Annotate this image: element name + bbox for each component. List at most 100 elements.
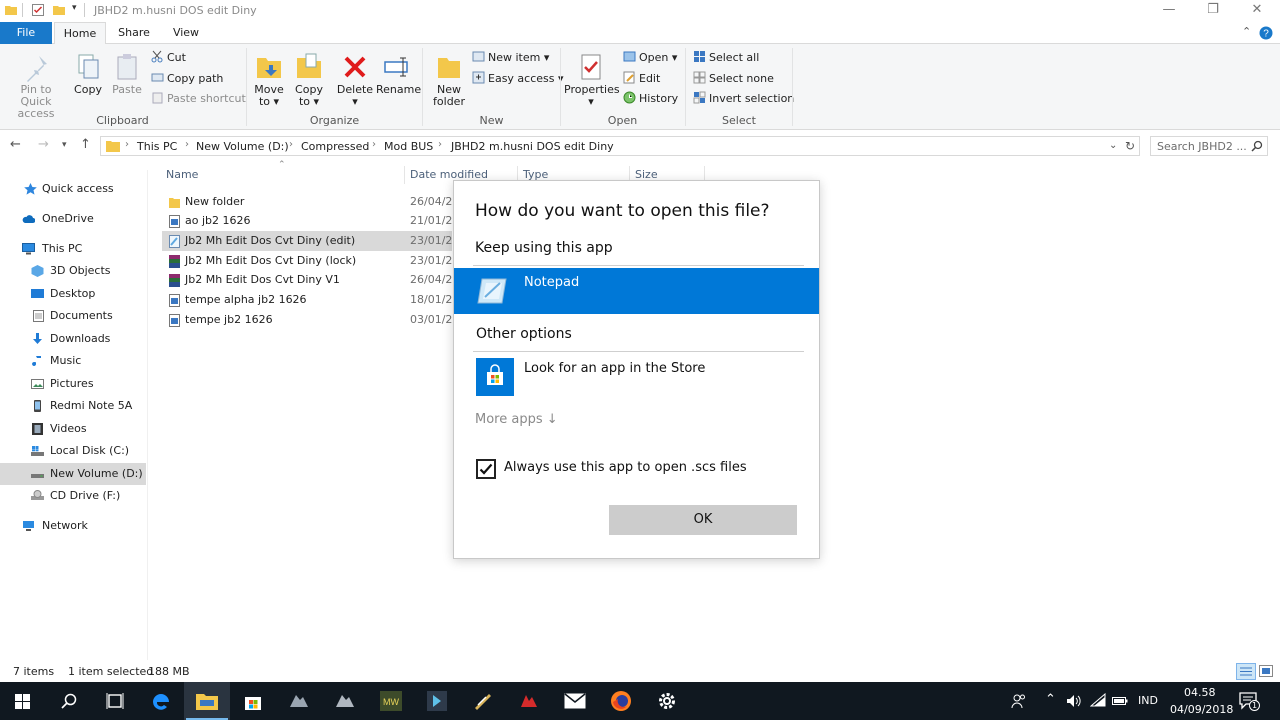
breadcrumb-mod-bus[interactable]: Mod BUS xyxy=(384,140,433,153)
file-row-selected[interactable]: Jb2 Mh Edit Dos Cvt Diny (edit) 23/01/20 xyxy=(162,231,452,251)
always-use-checkbox[interactable] xyxy=(476,459,496,479)
up-arrow-icon[interactable]: ↑ xyxy=(80,137,91,152)
select-none-button[interactable]: Select none xyxy=(693,71,774,89)
nav-redmi-note[interactable]: Redmi Note 5A xyxy=(0,395,146,417)
nav-this-pc[interactable]: This PC xyxy=(0,238,146,260)
tab-view[interactable]: View xyxy=(160,22,212,44)
ok-button[interactable]: OK xyxy=(609,505,797,535)
delete-button[interactable]: Delete ▾ xyxy=(336,52,374,108)
breadcrumb-new-volume[interactable]: New Volume (D:) xyxy=(196,140,289,153)
start-button[interactable] xyxy=(0,682,46,720)
cut-button[interactable]: Cut xyxy=(151,50,186,68)
select-all-button[interactable]: Select all xyxy=(693,50,759,68)
address-bar[interactable]: › This PC › New Volume (D:) › Compressed… xyxy=(100,136,1140,156)
breadcrumb-this-pc[interactable]: This PC xyxy=(137,140,177,153)
collapse-ribbon-icon[interactable]: ⌃ xyxy=(1242,25,1251,38)
taskbar-app-1[interactable] xyxy=(276,682,322,720)
open-button[interactable]: Open ▾ xyxy=(623,50,677,68)
search-input[interactable]: Search JBHD2 ... xyxy=(1150,136,1268,156)
nav-new-volume-d[interactable]: New Volume (D:) xyxy=(0,463,146,485)
show-hidden-icons-chevron-icon[interactable]: ⌃ xyxy=(1045,692,1056,707)
properties-icon[interactable] xyxy=(31,3,45,17)
svg-text:?: ? xyxy=(1263,29,1269,40)
column-name[interactable]: Name xyxy=(166,168,198,181)
taskbar-edge[interactable] xyxy=(138,682,184,720)
move-to-button[interactable]: Move to ▾ xyxy=(252,52,286,108)
copy-to-button[interactable]: Copy to ▾ xyxy=(292,52,326,108)
nav-videos[interactable]: Videos xyxy=(0,418,146,440)
nav-local-disk-c[interactable]: Local Disk (C:) xyxy=(0,440,146,462)
file-row[interactable]: tempe jb2 1626 03/01/20 xyxy=(162,310,452,330)
taskbar-settings[interactable] xyxy=(644,682,690,720)
paste-shortcut-button[interactable]: Paste shortcut xyxy=(151,91,246,109)
breadcrumb-compressed[interactable]: Compressed xyxy=(301,140,369,153)
close-button[interactable]: ✕ xyxy=(1234,0,1280,22)
clock-time[interactable]: 04.58 xyxy=(1184,686,1216,699)
taskbar-app-2[interactable] xyxy=(322,682,368,720)
nav-documents[interactable]: Documents xyxy=(0,305,146,327)
action-center-button[interactable]: 1 xyxy=(1238,690,1260,712)
copy-path-button[interactable]: Copy path xyxy=(151,71,223,89)
pin-to-quick-access-button[interactable]: Pin to Quick access xyxy=(4,52,68,120)
taskbar-mail[interactable] xyxy=(552,682,598,720)
battery-icon[interactable] xyxy=(1112,695,1128,707)
taskbar-file-explorer[interactable] xyxy=(184,682,230,720)
file-row[interactable]: tempe alpha jb2 1626 18/01/20 xyxy=(162,290,452,310)
nav-pictures[interactable]: Pictures xyxy=(0,373,146,395)
wifi-icon[interactable] xyxy=(1090,693,1106,707)
taskbar-app-6[interactable] xyxy=(506,682,552,720)
taskbar-store[interactable] xyxy=(230,682,276,720)
store-option[interactable]: Look for an app in the Store xyxy=(454,354,819,400)
refresh-icon[interactable]: ↻ xyxy=(1125,139,1135,153)
breadcrumb-current-folder[interactable]: JBHD2 m.husni DOS edit Diny xyxy=(451,140,614,153)
volume-icon[interactable] xyxy=(1066,694,1082,708)
taskbar-firefox[interactable] xyxy=(598,682,644,720)
properties-button[interactable]: Properties ▾ xyxy=(564,52,620,108)
paste-button[interactable]: Paste xyxy=(108,52,146,96)
rename-button[interactable]: Rename xyxy=(376,52,421,96)
more-apps-link[interactable]: More apps ↓ xyxy=(475,412,558,427)
task-view-button[interactable] xyxy=(92,682,138,720)
nav-music[interactable]: Music xyxy=(0,350,146,372)
nav-quick-access[interactable]: Quick access xyxy=(0,178,146,200)
nav-3d-objects[interactable]: 3D Objects xyxy=(0,260,146,282)
help-icon[interactable]: ? xyxy=(1259,26,1273,40)
easy-access-button[interactable]: Easy access ▾ xyxy=(472,71,564,89)
address-dropdown-icon[interactable]: ⌄ xyxy=(1109,140,1117,151)
tab-home[interactable]: Home xyxy=(54,22,106,45)
restore-button[interactable]: ❐ xyxy=(1190,0,1236,22)
language-indicator[interactable]: IND xyxy=(1138,694,1158,707)
tab-share[interactable]: Share xyxy=(108,22,160,44)
history-button[interactable]: History xyxy=(623,91,678,109)
nav-downloads[interactable]: Downloads xyxy=(0,328,146,350)
nav-network[interactable]: Network xyxy=(0,515,146,537)
file-row[interactable]: Jb2 Mh Edit Dos Cvt Diny V1 26/04/20 xyxy=(162,270,452,290)
nav-cd-drive-f[interactable]: CD Drive (F:) xyxy=(0,485,146,507)
new-folder-button[interactable]: New folder xyxy=(430,52,468,108)
recent-locations-icon[interactable]: ▾ xyxy=(62,140,67,150)
large-icons-view-icon[interactable] xyxy=(1259,665,1273,677)
forward-arrow-icon[interactable]: → xyxy=(38,137,49,152)
search-button[interactable] xyxy=(46,682,92,720)
file-row[interactable]: New folder 26/04/20 xyxy=(162,192,452,212)
tab-file[interactable]: File xyxy=(0,22,52,44)
notepad-option[interactable]: Notepad xyxy=(454,268,819,314)
new-item-button[interactable]: New item ▾ xyxy=(472,50,549,68)
copy-button[interactable]: Copy xyxy=(70,52,106,96)
file-row[interactable]: Jb2 Mh Edit Dos Cvt Diny (lock) 23/01/20 xyxy=(162,251,452,271)
invert-selection-button[interactable]: Invert selection xyxy=(693,91,794,109)
people-icon[interactable] xyxy=(1011,693,1027,709)
nav-desktop[interactable]: Desktop xyxy=(0,283,146,305)
taskbar-app-4[interactable] xyxy=(414,682,460,720)
file-row[interactable]: ao jb2 1626 21/01/20 xyxy=(162,211,452,231)
taskbar-app-3[interactable]: MW xyxy=(368,682,414,720)
edit-button[interactable]: Edit xyxy=(623,71,660,89)
back-arrow-icon[interactable]: ← xyxy=(10,137,21,152)
nav-onedrive[interactable]: OneDrive xyxy=(0,208,146,230)
details-view-icon[interactable] xyxy=(1236,663,1256,680)
customize-toolbar-icon[interactable]: ▾ xyxy=(72,3,77,13)
clock-date[interactable]: 04/09/2018 xyxy=(1170,703,1233,716)
minimize-button[interactable]: — xyxy=(1146,0,1192,22)
taskbar-app-5[interactable] xyxy=(460,682,506,720)
new-folder-icon[interactable] xyxy=(52,3,66,17)
